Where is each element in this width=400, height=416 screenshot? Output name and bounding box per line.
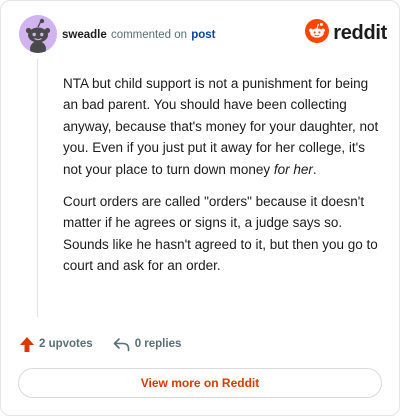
reddit-logo[interactable]: reddit xyxy=(305,18,387,48)
reddit-snoo-icon xyxy=(305,18,330,48)
comment-paragraph-1: NTA but child support is not a punishmen… xyxy=(63,73,381,180)
paragraph-1-end: . xyxy=(312,161,317,177)
author-name[interactable]: sweadle xyxy=(62,29,107,41)
snoo-avatar-icon[interactable] xyxy=(19,15,57,53)
brand-wordmark: reddit xyxy=(333,21,387,44)
comment-footer: 2 upvotes 0 replies xyxy=(19,334,181,354)
upvote-count: 2 upvotes xyxy=(39,338,93,350)
reply-count: 0 replies xyxy=(134,338,182,350)
comment-body: NTA but child support is not a punishmen… xyxy=(63,73,381,277)
paragraph-1-emphasis: for her xyxy=(273,161,313,177)
comment-header: sweadle commented on post reddit xyxy=(19,15,387,55)
view-more-button[interactable]: View more on Reddit xyxy=(18,368,382,398)
replies-button[interactable]: 0 replies xyxy=(113,337,182,352)
thread-line xyxy=(37,59,38,317)
upvote-arrow-icon xyxy=(19,336,35,353)
upvote-button[interactable]: 2 upvotes xyxy=(19,336,93,353)
action-text: commented on xyxy=(110,29,188,41)
comment-paragraph-2: Court orders are called "orders" because… xyxy=(63,194,378,274)
paragraph-1-text: NTA but child support is not a punishmen… xyxy=(63,76,379,177)
comment-embed-card: sweadle commented on post reddit NTA but… xyxy=(0,0,400,416)
reply-arrow-icon xyxy=(113,337,130,352)
post-link[interactable]: post xyxy=(191,29,215,41)
author-line: sweadle commented on post xyxy=(62,28,216,42)
